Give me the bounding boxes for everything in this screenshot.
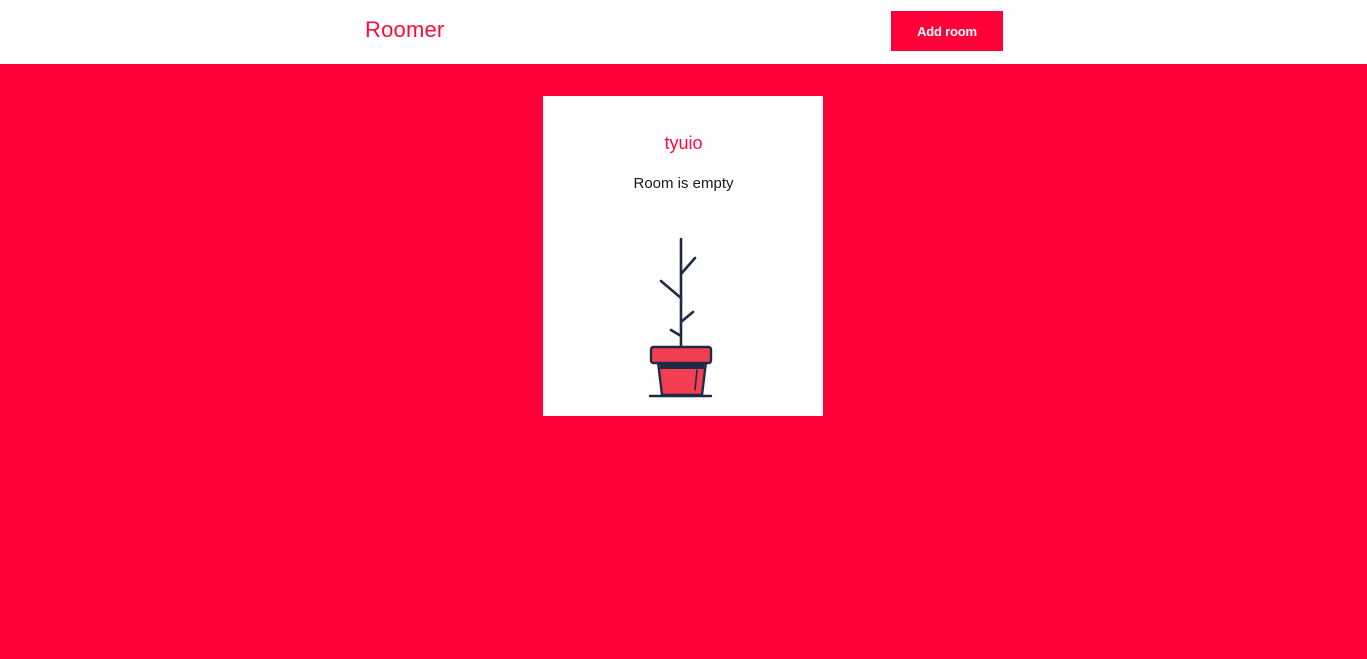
room-name: tyuio — [664, 133, 703, 153]
app-brand: Roomer — [365, 17, 445, 42]
add-room-button[interactable]: Add room — [891, 11, 1003, 51]
top-bar: Roomer Add room — [0, 0, 1367, 64]
potted-plant-icon — [648, 237, 713, 398]
room-status: Room is empty — [633, 175, 734, 192]
